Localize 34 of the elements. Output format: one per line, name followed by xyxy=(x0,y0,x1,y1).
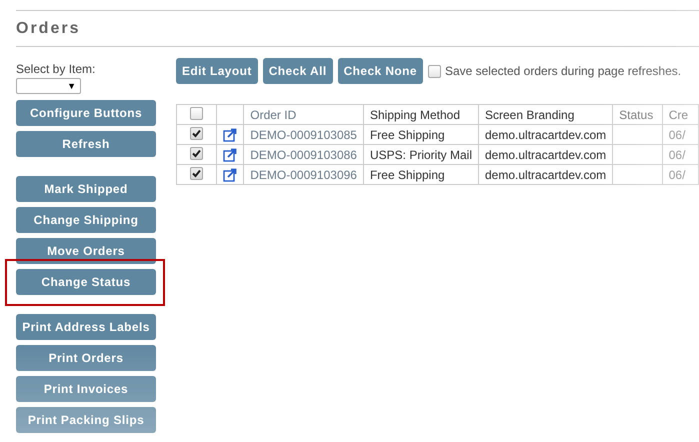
toolbar-button[interactable]: Edit Layout xyxy=(176,58,258,84)
open-link-icon[interactable] xyxy=(222,168,237,182)
action-button[interactable]: Change Status xyxy=(16,269,156,295)
screen-branding: demo.ultracartdev.com xyxy=(485,168,606,182)
shipping-method: USPS: Priority Mail xyxy=(370,148,472,162)
action-button[interactable]: Refresh xyxy=(16,131,156,157)
screen-branding: demo.ultracartdev.com xyxy=(485,128,606,142)
checkbox-label: Save selected orders during page refreshes. xyxy=(444,64,682,78)
toolbar-button[interactable]: Check All xyxy=(262,58,333,84)
row-checkbox[interactable] xyxy=(190,166,203,180)
select-label: Select by Item: xyxy=(16,62,96,78)
action-button[interactable]: Print Address Labels xyxy=(16,314,156,340)
checkbox[interactable] xyxy=(428,64,441,78)
screen-branding: demo.ultracartdev.com xyxy=(485,148,606,162)
row-checkbox[interactable] xyxy=(190,146,203,160)
row-checkbox[interactable] xyxy=(190,126,203,140)
action-button[interactable]: Configure Buttons xyxy=(16,100,156,126)
table-cell: 06/ xyxy=(668,128,686,142)
action-button[interactable]: Print Packing Slips xyxy=(16,407,156,433)
table-cell: 06/ xyxy=(668,168,686,182)
item-dropdown[interactable]: ▼ xyxy=(16,78,81,94)
action-button[interactable]: Print Orders xyxy=(16,345,156,371)
table-cell: 06/ xyxy=(668,148,686,162)
page-title: Orders xyxy=(16,20,80,38)
action-button[interactable]: Move Orders xyxy=(16,238,156,264)
open-link-icon[interactable] xyxy=(222,148,237,162)
shipping-method: Free Shipping xyxy=(370,128,445,142)
open-link-icon[interactable] xyxy=(222,128,237,142)
action-button[interactable]: Mark Shipped xyxy=(16,176,156,202)
toolbar-button[interactable]: Check None xyxy=(338,58,423,84)
action-button[interactable]: Change Shipping xyxy=(16,207,156,233)
shipping-method: Free Shipping xyxy=(370,168,445,182)
action-button[interactable]: Print Invoices xyxy=(16,376,156,402)
select-all-checkbox[interactable] xyxy=(190,106,203,120)
